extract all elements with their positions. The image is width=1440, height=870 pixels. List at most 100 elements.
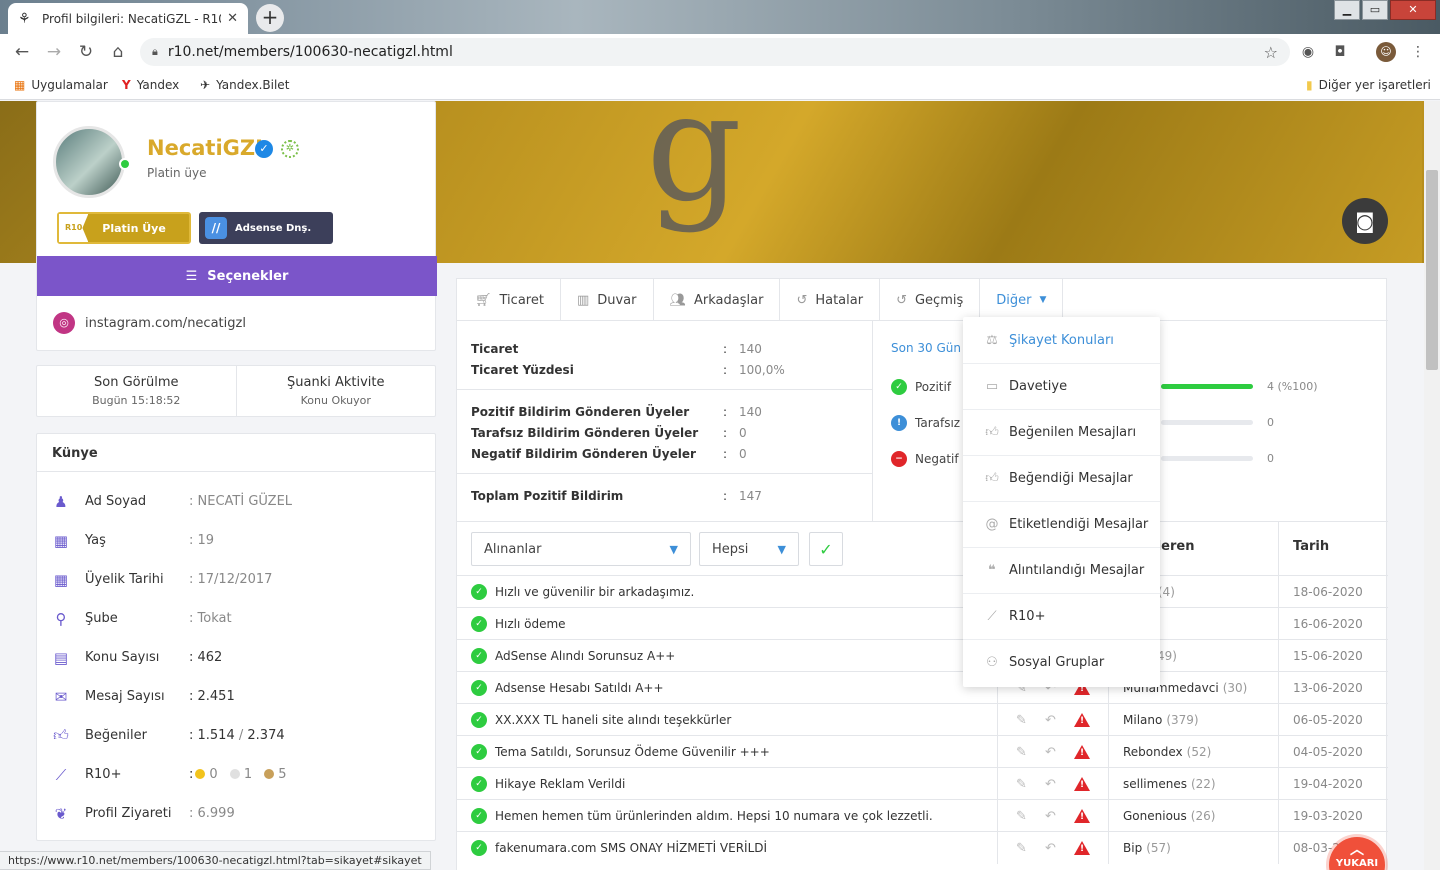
reload-icon[interactable]: ↻ (72, 34, 100, 70)
tab-arkadaslar[interactable]: 👥︎ Arkadaşlar (654, 279, 781, 321)
close-tab-icon[interactable]: ✕ (227, 11, 238, 26)
likes-given: 2.374 (247, 728, 285, 743)
bookmark-star-icon[interactable]: ☆ (1264, 43, 1278, 62)
sender-name[interactable]: Rebondex (1123, 745, 1183, 759)
extension-icon[interactable]: ◉ (1298, 42, 1318, 62)
sender-name[interactable]: sellimenes (1123, 777, 1187, 791)
sender-count: (57) (1146, 841, 1171, 855)
reply-icon[interactable]: ↶ (1045, 777, 1056, 792)
menu-item-r10plus[interactable]: ⟋ R10+ (963, 593, 1160, 639)
status-bar-url: https://www.r10.net/members/100630-necat… (0, 851, 431, 870)
feedback-text[interactable]: XX.XXX TL haneli site alındı teşekkürler (495, 713, 731, 727)
date-cell: 15-06-2020 (1278, 640, 1388, 672)
edit-icon[interactable]: ✎ (1016, 841, 1027, 856)
minimize-button[interactable]: ▁ (1334, 0, 1360, 20)
stat-colon: : (723, 405, 728, 419)
maximize-button[interactable]: ▭ (1362, 0, 1388, 20)
report-icon[interactable]: ! (1073, 745, 1090, 759)
type-select-value: Alınanlar (484, 541, 542, 557)
feedback-text[interactable]: Adsense Hesabı Satıldı A++ (495, 681, 664, 695)
feedback-cell: ✓ AdSense Alındı Sorunsuz A++ (471, 640, 675, 672)
sender-cell: Gonenious (26) (1108, 800, 1278, 832)
feedback-text[interactable]: fakenumara.com SMS ONAY HİZMETİ VERİLDİ (495, 841, 767, 855)
options-button[interactable]: ☰ Seçenekler (37, 256, 437, 296)
hamburger-icon: ☰ (185, 268, 198, 284)
kunye-row-messages[interactable]: ✉ Mesaj Sayısı : 2.451 (37, 677, 437, 716)
reply-icon[interactable]: ↶ (1045, 745, 1056, 760)
feedback-text[interactable]: Hızlı ödeme (495, 617, 566, 631)
edit-icon[interactable]: ✎ (1016, 777, 1027, 792)
feedback-text[interactable]: Hikaye Reklam Verildi (495, 777, 625, 791)
stat-tarafsiz: Tarafsız Bildirim Gönderen Üyeler:0 (471, 423, 871, 443)
avatar[interactable] (53, 126, 125, 198)
sender-name[interactable]: Milano (1123, 713, 1162, 727)
menu-item-begendigi[interactable]: 👍︎ Beğendiği Mesajlar (963, 455, 1160, 501)
tab-ticaret[interactable]: 🛒︎ Ticaret (459, 279, 561, 321)
menu-item-sosyal-gruplar[interactable]: ⚇ Sosyal Gruplar (963, 639, 1160, 685)
chevron-up-icon: ︿ (1350, 842, 1364, 858)
scrollbar-thumb[interactable] (1426, 170, 1438, 370)
feedback-text[interactable]: Hızlı ve güvenilir bir arkadaşımız. (495, 585, 694, 599)
kunye-value[interactable]: : 2.451 (189, 689, 235, 704)
menu-item-davetiye[interactable]: ▭ Davetiye (963, 363, 1160, 409)
stat-label: Ticaret Yüzdesi (471, 363, 574, 377)
last-30-title[interactable]: Son 30 Gün (891, 341, 961, 355)
home-icon[interactable]: ⌂ (104, 34, 132, 70)
positive-check-icon: ✓ (471, 808, 487, 824)
close-window-button[interactable]: ✕ (1390, 0, 1436, 20)
bookmark-yandex-bilet[interactable]: ✈ Yandex.Bilet (200, 70, 289, 100)
kunye-label: Konu Sayısı (85, 650, 160, 665)
report-icon[interactable]: ! (1073, 809, 1090, 823)
reply-icon[interactable]: ↶ (1045, 809, 1056, 824)
table-row: ✓AdSense Alındı Sorunsuz A++✎↶!Yum(49)15… (457, 639, 1388, 672)
address-bar[interactable]: 🔒︎ r10.net/members/100630-necatigzl.html… (140, 38, 1290, 66)
menu-kebab-icon[interactable]: ⋮ (1408, 42, 1428, 62)
profile-avatar-icon[interactable]: ☺ (1376, 42, 1396, 62)
menu-item-label: Şikayet Konuları (1009, 332, 1114, 348)
scope-select[interactable]: Hepsi ▼ (699, 532, 799, 566)
platin-badge[interactable]: R10 Platin Üye (57, 212, 191, 244)
kunye-card: Künye ♟ Ad Soyad : NECATİ GÜZEL ▦ Yaş : … (36, 433, 436, 841)
feedback-text[interactable]: Tema Satıldı, Sorunsuz Ödeme Güvenilir +… (495, 745, 770, 759)
feedback-cell: ✓ Hızlı ve güvenilir bir arkadaşımız. (471, 576, 694, 608)
last-seen-value: Bugün 15:18:52 (92, 394, 181, 407)
report-icon[interactable]: ! (1073, 777, 1090, 791)
report-icon[interactable]: ! (1073, 713, 1090, 727)
bookmark-apps[interactable]: ▦ Uygulamalar (14, 70, 108, 100)
kunye-row-topics[interactable]: ▤ Konu Sayısı : 462 (37, 638, 437, 677)
type-select[interactable]: Alınanlar ▼ (471, 532, 691, 566)
reply-icon[interactable]: ↶ (1045, 713, 1056, 728)
tab-diger[interactable]: Diğer ▼ (980, 279, 1064, 321)
instagram-link[interactable]: ◎ instagram.com/necatigzl (53, 312, 246, 334)
tab-duvar[interactable]: ▥ Duvar (561, 279, 654, 321)
feedback-text[interactable]: AdSense Alındı Sorunsuz A++ (495, 649, 675, 663)
online-status-indicator (119, 158, 131, 170)
reply-icon[interactable]: ↶ (1045, 841, 1056, 856)
report-icon[interactable]: ! (1073, 841, 1090, 855)
adsense-badge[interactable]: // Adsense Dnş. (199, 212, 333, 244)
menu-item-begenilen[interactable]: 👍︎ Beğenilen Mesajları (963, 409, 1160, 455)
new-tab-button[interactable]: + (256, 4, 284, 32)
edit-icon[interactable]: ✎ (1016, 809, 1027, 824)
forward-icon[interactable]: → (40, 34, 68, 70)
menu-item-sikayet[interactable]: ⚖ Şikayet Konuları (963, 317, 1160, 363)
back-icon[interactable]: ← (8, 34, 36, 70)
sender-name[interactable]: Gonenious (1123, 809, 1187, 823)
tab-gecmis[interactable]: ↺ Geçmiş (880, 279, 981, 321)
feedback-text[interactable]: Hemen hemen tüm ürünlerinden aldım. Heps… (495, 809, 933, 823)
camera-extension-icon[interactable]: ◘ (1330, 42, 1350, 62)
menu-item-label: Alıntılandığı Mesajlar (1009, 563, 1145, 578)
feedback-cell: ✓ Hızlı ödeme (471, 608, 566, 640)
other-bookmarks[interactable]: ▮ Diğer yer işaretleri (1306, 70, 1431, 100)
apply-filter-button[interactable]: ✓ (809, 532, 843, 566)
sender-name[interactable]: Bip (1123, 841, 1142, 855)
kunye-value[interactable]: : 462 (189, 650, 222, 665)
menu-item-etiketlendigi[interactable]: @ Etiketlendiği Mesajlar (963, 501, 1160, 547)
edit-icon[interactable]: ✎ (1016, 713, 1027, 728)
tab-hatalar[interactable]: ↺ Hatalar (780, 279, 881, 321)
edit-icon[interactable]: ✎ (1016, 745, 1027, 760)
browser-tab[interactable]: ⚘ Profil bilgileri: NecatiGZL - R10.net … (8, 3, 248, 34)
change-cover-camera-icon[interactable]: ◙ (1342, 198, 1388, 244)
menu-item-alintilandigi[interactable]: ❝ Alıntılandığı Mesajlar (963, 547, 1160, 593)
bookmark-yandex[interactable]: Y Yandex (122, 70, 179, 100)
